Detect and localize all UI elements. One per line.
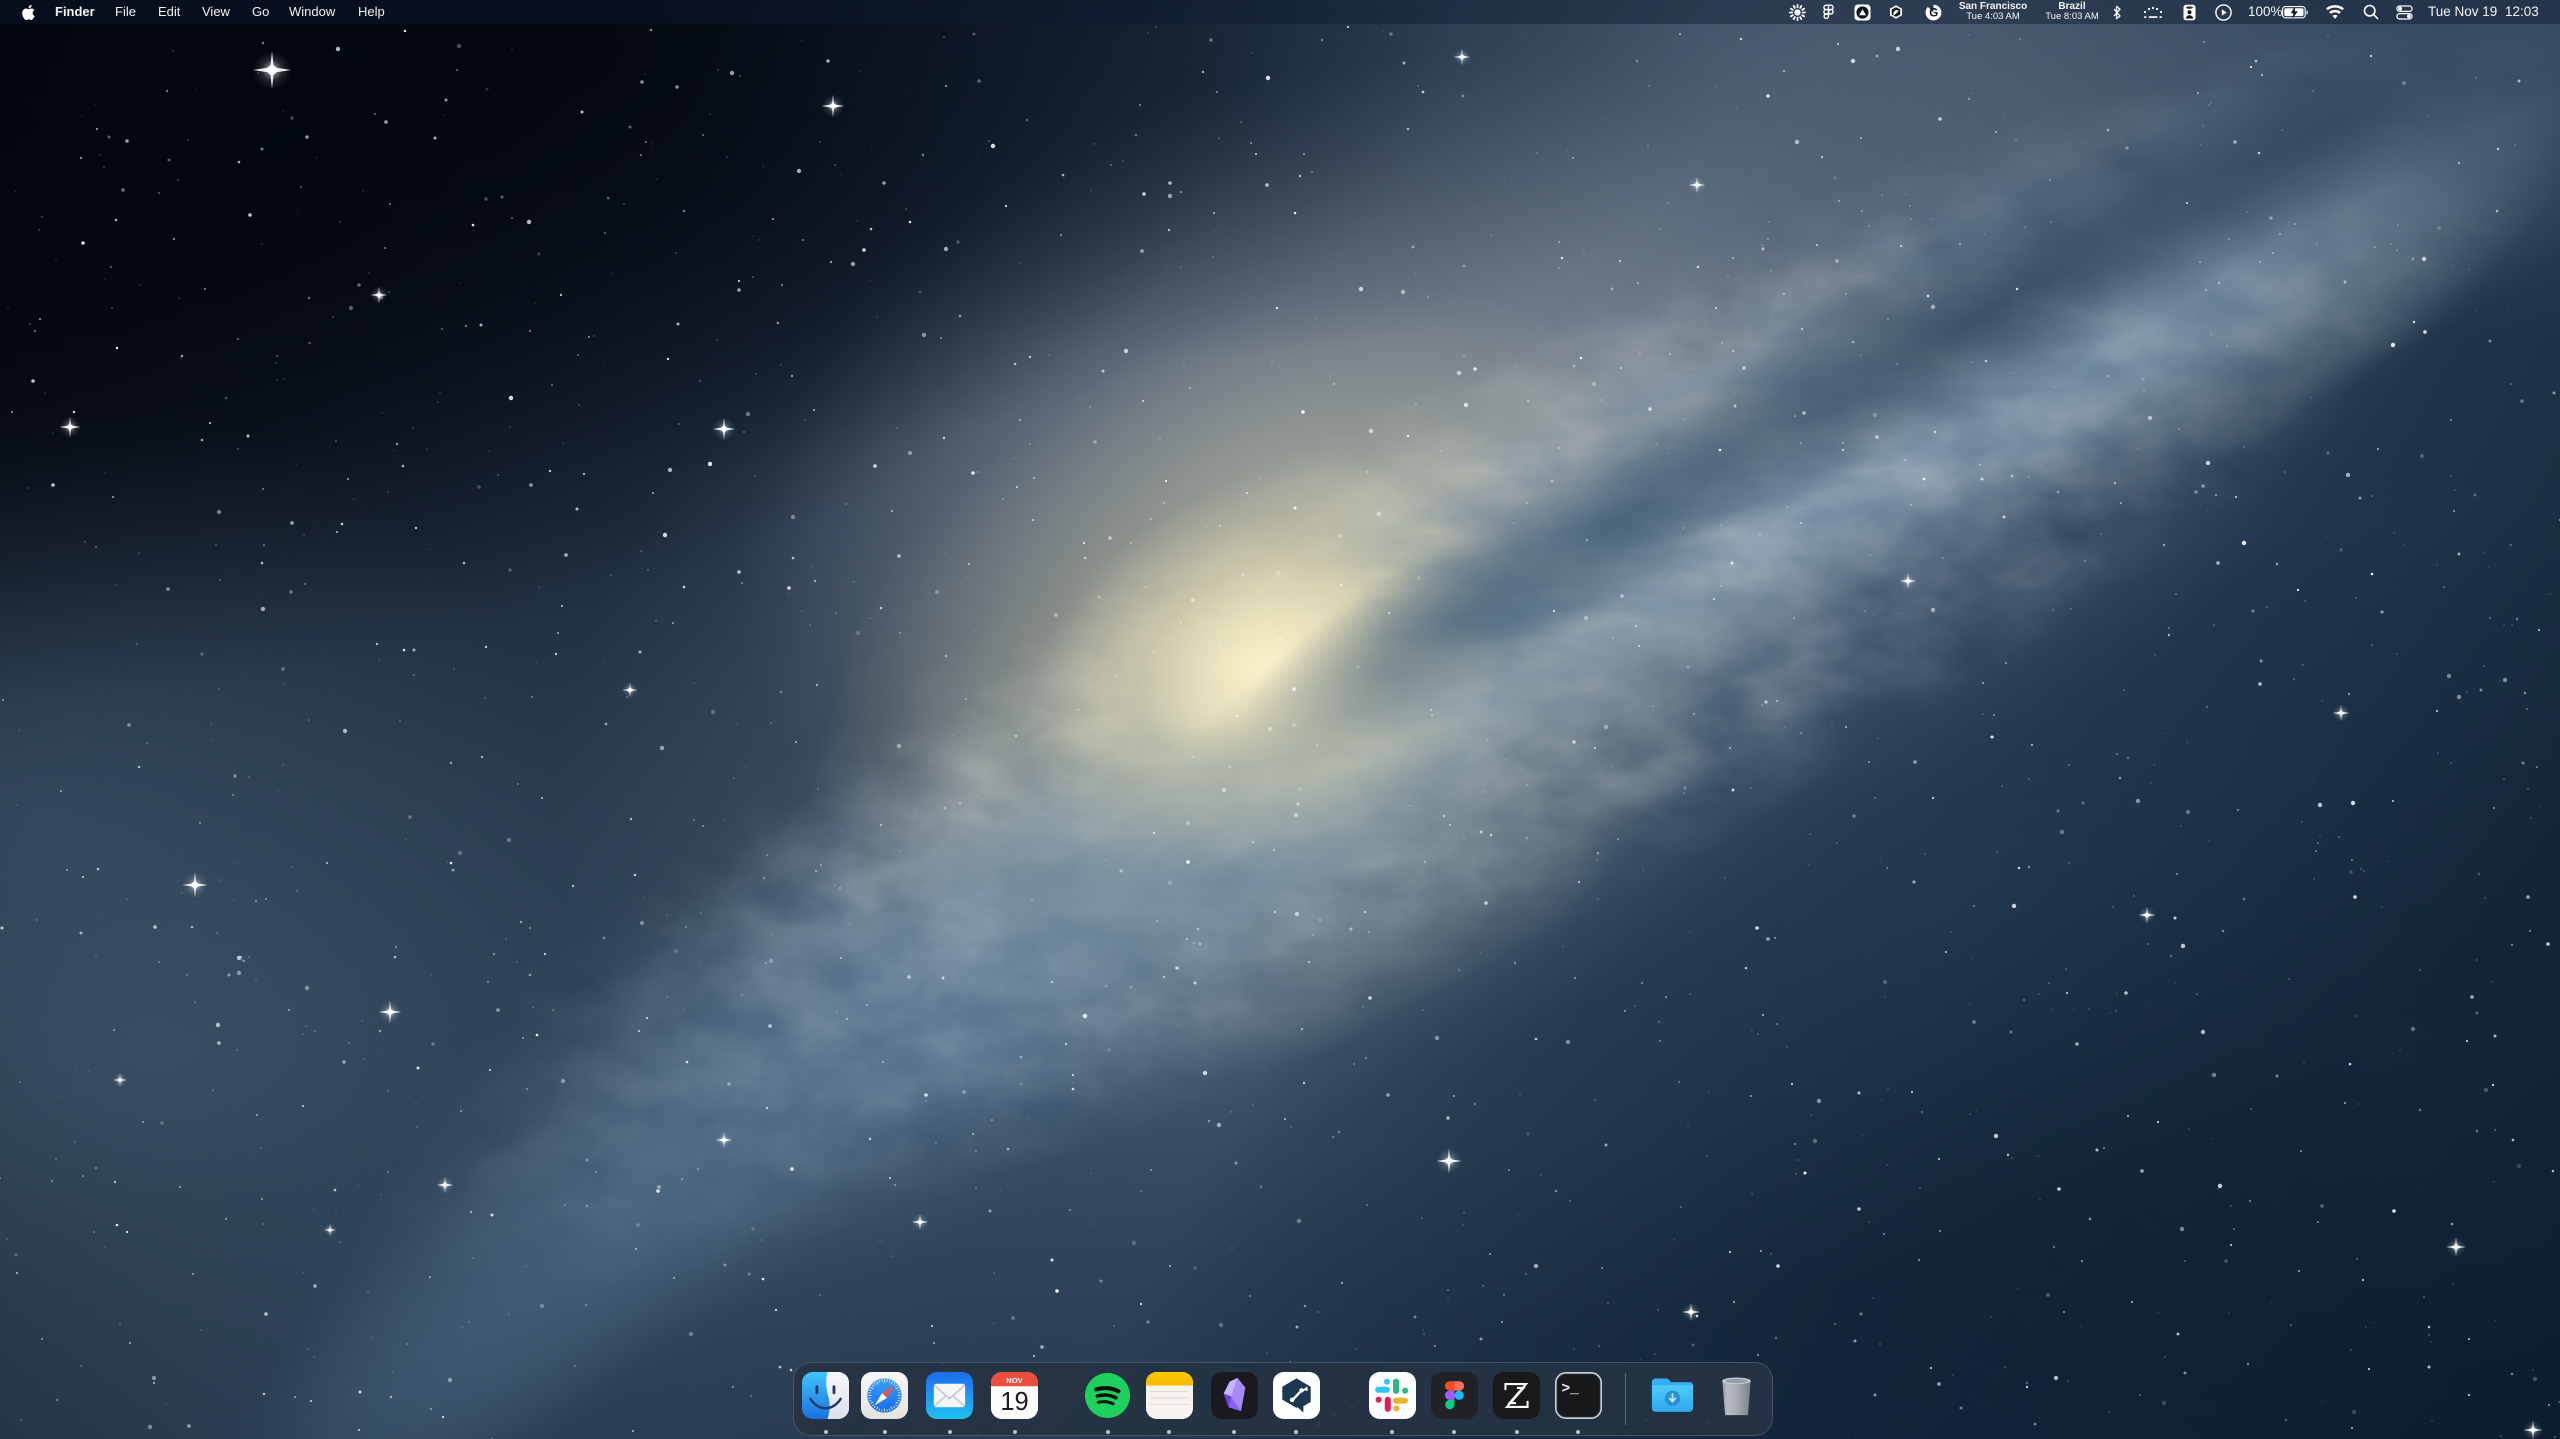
svg-text:>_: >_ <box>1561 1382 1579 1398</box>
svg-text:G: G <box>1929 7 1938 19</box>
svg-text:NOV: NOV <box>1006 1376 1023 1385</box>
svg-text:19: 19 <box>1000 1388 1028 1416</box>
